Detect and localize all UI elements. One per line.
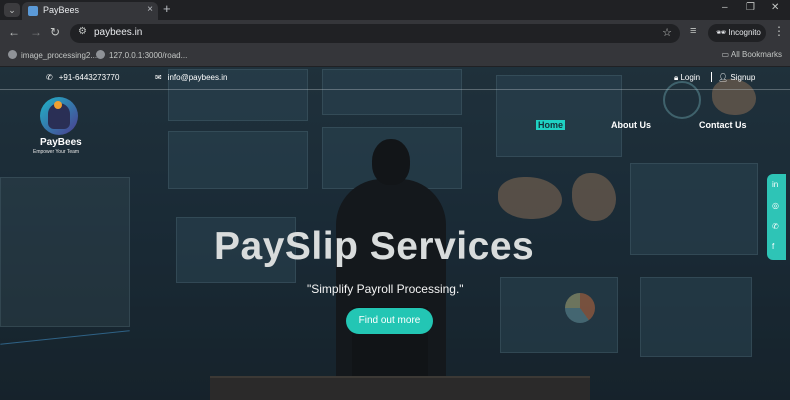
social-links: in ◎ ✆ f — [767, 174, 786, 260]
bookmarks-bar: image_processing2... 127.0.0.1:3000/road… — [0, 46, 790, 67]
user-icon: 👤︎ — [718, 73, 731, 82]
find-out-more-button[interactable]: Find out more — [346, 308, 433, 334]
bookmark-item[interactable]: image_processing2... — [8, 50, 97, 60]
header-divider — [0, 89, 790, 90]
cast-icon[interactable]: ≡ — [690, 25, 696, 37]
browser-toolbar: ← → ↻ ⚙ paybees.in ☆ ≡ 🕶 Incognito ⋮ — [0, 20, 790, 46]
phone-contact[interactable]: ✆ +91-6443273770 — [46, 73, 119, 82]
bookmark-star-icon[interactable]: ☆ — [662, 26, 672, 39]
bookmark-favicon-icon — [8, 50, 17, 59]
whatsapp-icon[interactable]: ✆ — [772, 222, 779, 231]
paybees-logo[interactable] — [40, 97, 78, 135]
instagram-icon[interactable]: ◎ — [772, 201, 779, 210]
desk-graphic — [210, 376, 590, 400]
nav-home[interactable]: Home — [536, 120, 566, 130]
site-info-icon[interactable]: ⚙ — [78, 26, 87, 37]
back-icon[interactable]: ← — [8, 25, 20, 39]
email-contact[interactable]: ✉ info@paybees.in — [155, 73, 227, 82]
hero-subtitle: "Simplify Payroll Processing." — [307, 282, 464, 296]
login-link[interactable]: 🔒︎ Login — [674, 73, 700, 83]
hero-title: PaySlip Services — [214, 225, 535, 268]
incognito-icon: 🕶 — [716, 28, 729, 37]
reload-icon[interactable]: ↻ — [50, 25, 60, 39]
all-bookmarks-button[interactable]: ▭ All Bookmarks — [722, 50, 782, 59]
brand-name[interactable]: PayBees — [40, 137, 82, 148]
nav-about-us[interactable]: About Us — [611, 120, 651, 130]
close-tab-icon[interactable]: × — [147, 4, 153, 15]
restore-button[interactable]: ❐ — [746, 2, 755, 13]
forward-icon[interactable]: → — [30, 25, 42, 39]
address-bar[interactable]: ⚙ paybees.in ☆ — [70, 24, 680, 43]
folder-icon: ▭ — [721, 50, 731, 59]
tab-search-button[interactable]: ⌄ — [4, 3, 20, 17]
auth-divider — [711, 72, 712, 82]
linkedin-icon[interactable]: in — [772, 180, 778, 189]
close-window-button[interactable]: ✕ — [771, 2, 779, 13]
favicon-icon — [28, 6, 38, 16]
bookmark-item[interactable]: 127.0.0.1:3000/road... — [96, 50, 187, 60]
facebook-icon[interactable]: f — [772, 242, 774, 251]
new-tab-button[interactable]: + — [163, 1, 171, 16]
incognito-badge[interactable]: 🕶 Incognito — [708, 24, 766, 42]
menu-icon[interactable]: ⋮ — [773, 24, 785, 38]
mail-icon: ✉ — [155, 73, 162, 82]
logo-dot-graphic — [54, 101, 62, 109]
hero-section: ✆ +91-6443273770 ✉ info@paybees.in 🔒︎ Logi… — [0, 67, 790, 400]
nav-contact-us[interactable]: Contact Us — [699, 120, 747, 130]
phone-icon: ✆ — [46, 73, 53, 82]
brand-tagline: Empower Your Team — [33, 149, 80, 155]
tab-strip: ⌄ PayBees × + – ❐ ✕ — [0, 0, 790, 20]
minimize-button[interactable]: – — [722, 2, 728, 13]
signup-link[interactable]: 👤︎ Signup — [718, 73, 755, 82]
browser-tab[interactable]: PayBees × — [22, 2, 158, 20]
person-silhouette-head — [372, 139, 410, 185]
tab-title: PayBees — [43, 5, 80, 15]
url-text[interactable]: paybees.in — [94, 27, 142, 38]
globe-icon — [96, 50, 105, 59]
